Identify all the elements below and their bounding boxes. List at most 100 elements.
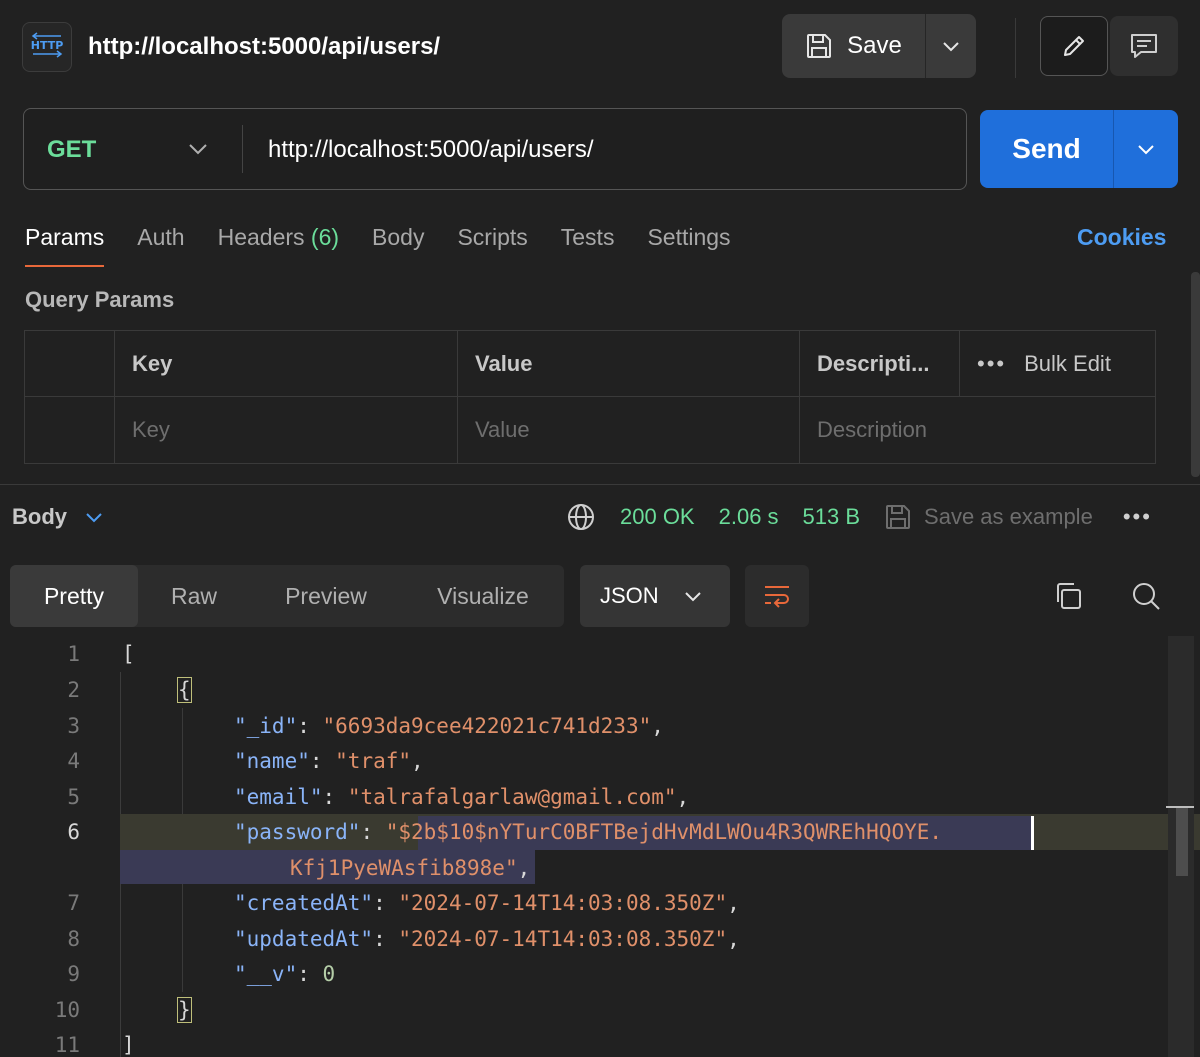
save-button-group: Save xyxy=(782,14,976,78)
request-pane-scrollbar[interactable] xyxy=(1191,272,1200,477)
scrollbar-cursor-marker xyxy=(1166,806,1194,808)
query-params-table: Key Value Descripti... ••• Bulk Edit Key… xyxy=(24,330,1156,464)
tab-tests[interactable]: Tests xyxy=(561,220,615,254)
json-bracket: [ xyxy=(122,642,135,666)
json-string: "2024-07-14T14:03:08.350Z" xyxy=(398,891,728,915)
response-body-editor[interactable]: 1 2 3 4 5 6 7 8 9 10 11 [ { "_id": "6693… xyxy=(0,636,1200,1057)
save-as-example-label: Save as example xyxy=(924,504,1093,529)
chevron-down-icon xyxy=(685,592,701,602)
code-line: "name": "traf", xyxy=(234,749,424,773)
key-input[interactable]: Key xyxy=(115,397,458,463)
copy-icon[interactable] xyxy=(1052,580,1084,612)
toolbar-divider xyxy=(1015,18,1016,78)
save-as-example-button[interactable]: Save as example xyxy=(884,503,1093,531)
send-button-group: Send xyxy=(980,110,1178,188)
line-number: 1 xyxy=(67,642,80,666)
response-size[interactable]: 513 B xyxy=(803,504,861,530)
json-key: "name" xyxy=(234,749,310,773)
tab-headers[interactable]: Headers (6) xyxy=(218,220,339,254)
response-section-selector[interactable]: Body xyxy=(12,503,103,531)
save-button[interactable]: Save xyxy=(782,14,926,78)
table-header-row: Key Value Descripti... ••• Bulk Edit xyxy=(25,331,1155,397)
json-key: "email" xyxy=(234,785,323,809)
json-string: "talrafalgarlaw@gmail.com" xyxy=(347,785,677,809)
code-line: "email": "talrafalgarlaw@gmail.com", xyxy=(234,785,690,809)
tab-preview[interactable]: Preview xyxy=(250,565,402,627)
json-brace: { xyxy=(177,677,192,703)
json-string-quote: " xyxy=(504,856,518,880)
json-key: "createdAt" xyxy=(234,891,374,915)
more-options-icon[interactable]: ••• xyxy=(977,351,1006,377)
tab-visualize[interactable]: Visualize xyxy=(402,565,564,627)
line-number: 9 xyxy=(67,962,80,986)
column-header-description: Descripti... xyxy=(800,331,960,397)
chevron-down-icon[interactable] xyxy=(186,137,210,161)
url-input[interactable]: http://localhost:5000/api/users/ xyxy=(268,109,594,191)
line-number: 2 xyxy=(67,678,80,702)
tab-auth[interactable]: Auth xyxy=(137,220,184,254)
save-options-dropdown[interactable] xyxy=(926,14,976,78)
chevron-down-icon xyxy=(86,513,102,523)
bulk-edit-button[interactable]: ••• Bulk Edit xyxy=(960,331,1155,397)
wrap-lines-button[interactable] xyxy=(745,565,809,627)
code-line: "createdAt": "2024-07-14T14:03:08.350Z", xyxy=(234,891,740,915)
tab-pretty[interactable]: Pretty xyxy=(10,565,138,627)
code-line-wrapped: Kfj1PyeWAsfib898e", xyxy=(290,856,531,880)
edit-button[interactable] xyxy=(1040,16,1108,76)
tab-headers-label: Headers xyxy=(217,224,305,250)
tab-raw[interactable]: Raw xyxy=(138,565,250,627)
tab-body[interactable]: Body xyxy=(372,220,424,254)
json-key: "updatedAt" xyxy=(234,927,374,951)
code-line: "_id": "6693da9cee422021c741d233", xyxy=(234,714,664,738)
format-label: JSON xyxy=(600,583,659,608)
search-icon[interactable] xyxy=(1130,580,1162,612)
chevron-down-icon xyxy=(943,42,959,52)
code-line: "updatedAt": "2024-07-14T14:03:08.350Z", xyxy=(234,927,740,951)
wrap-text-icon xyxy=(765,586,789,608)
table-row: Key Value Description xyxy=(25,397,1155,463)
tab-params[interactable]: Params xyxy=(25,220,105,267)
editor-scrollbar-thumb[interactable] xyxy=(1176,806,1188,876)
response-time[interactable]: 2.06 s xyxy=(719,504,779,530)
send-options-dropdown[interactable] xyxy=(1114,110,1178,188)
globe-icon[interactable] xyxy=(566,502,596,532)
line-number: 6 xyxy=(67,820,80,844)
json-string: "2024-07-14T14:03:08.350Z" xyxy=(398,927,728,951)
comments-button[interactable] xyxy=(1110,16,1178,76)
line-number: 7 xyxy=(67,891,80,915)
send-button[interactable]: Send xyxy=(980,110,1114,188)
cookies-link[interactable]: Cookies xyxy=(1077,220,1166,254)
json-string-quote: " xyxy=(385,820,399,844)
value-input[interactable]: Value xyxy=(458,397,800,463)
headers-count-badge: (6) xyxy=(310,224,340,250)
request-title[interactable]: http://localhost:5000/api/users/ xyxy=(88,30,440,64)
json-string: Kfj1PyeWAsfib898e xyxy=(290,856,505,880)
floppy-disk-icon xyxy=(886,505,911,529)
json-key: "__v" xyxy=(234,962,298,986)
tab-scripts[interactable]: Scripts xyxy=(457,220,527,254)
line-number: 4 xyxy=(67,749,80,773)
response-view-tabs: Pretty Raw Preview Visualize xyxy=(10,565,564,627)
format-selector[interactable]: JSON xyxy=(580,565,730,627)
floppy-disk-icon xyxy=(807,34,832,58)
pencil-icon xyxy=(1064,36,1084,56)
json-brace: } xyxy=(177,997,192,1023)
code-line: } xyxy=(177,997,192,1023)
request-tabs: Params Auth Headers (6) Body Scripts Tes… xyxy=(25,220,731,267)
chevron-down-icon xyxy=(1138,145,1154,155)
http-request-icon: HTTP xyxy=(22,22,72,72)
tab-settings[interactable]: Settings xyxy=(647,220,730,254)
more-options-icon[interactable]: ••• xyxy=(1123,504,1152,530)
url-bar: GET http://localhost:5000/api/users/ xyxy=(23,108,967,190)
pane-divider[interactable] xyxy=(0,484,1200,485)
json-string: "6693da9cee422021c741d233" xyxy=(322,714,652,738)
json-key: "_id" xyxy=(234,714,298,738)
json-number: 0 xyxy=(322,962,336,986)
status-code[interactable]: 200 OK xyxy=(620,504,695,530)
bulk-edit-label: Bulk Edit xyxy=(1024,351,1111,376)
method-selector[interactable]: GET xyxy=(47,109,96,191)
json-string: $2b$10$nYTurC0BFTBejdHvMdLWOu4R3QWREhHQO… xyxy=(398,820,943,844)
svg-text:HTTP: HTTP xyxy=(31,39,64,52)
row-checkbox-cell xyxy=(25,397,115,463)
description-input[interactable]: Description xyxy=(800,397,1155,463)
